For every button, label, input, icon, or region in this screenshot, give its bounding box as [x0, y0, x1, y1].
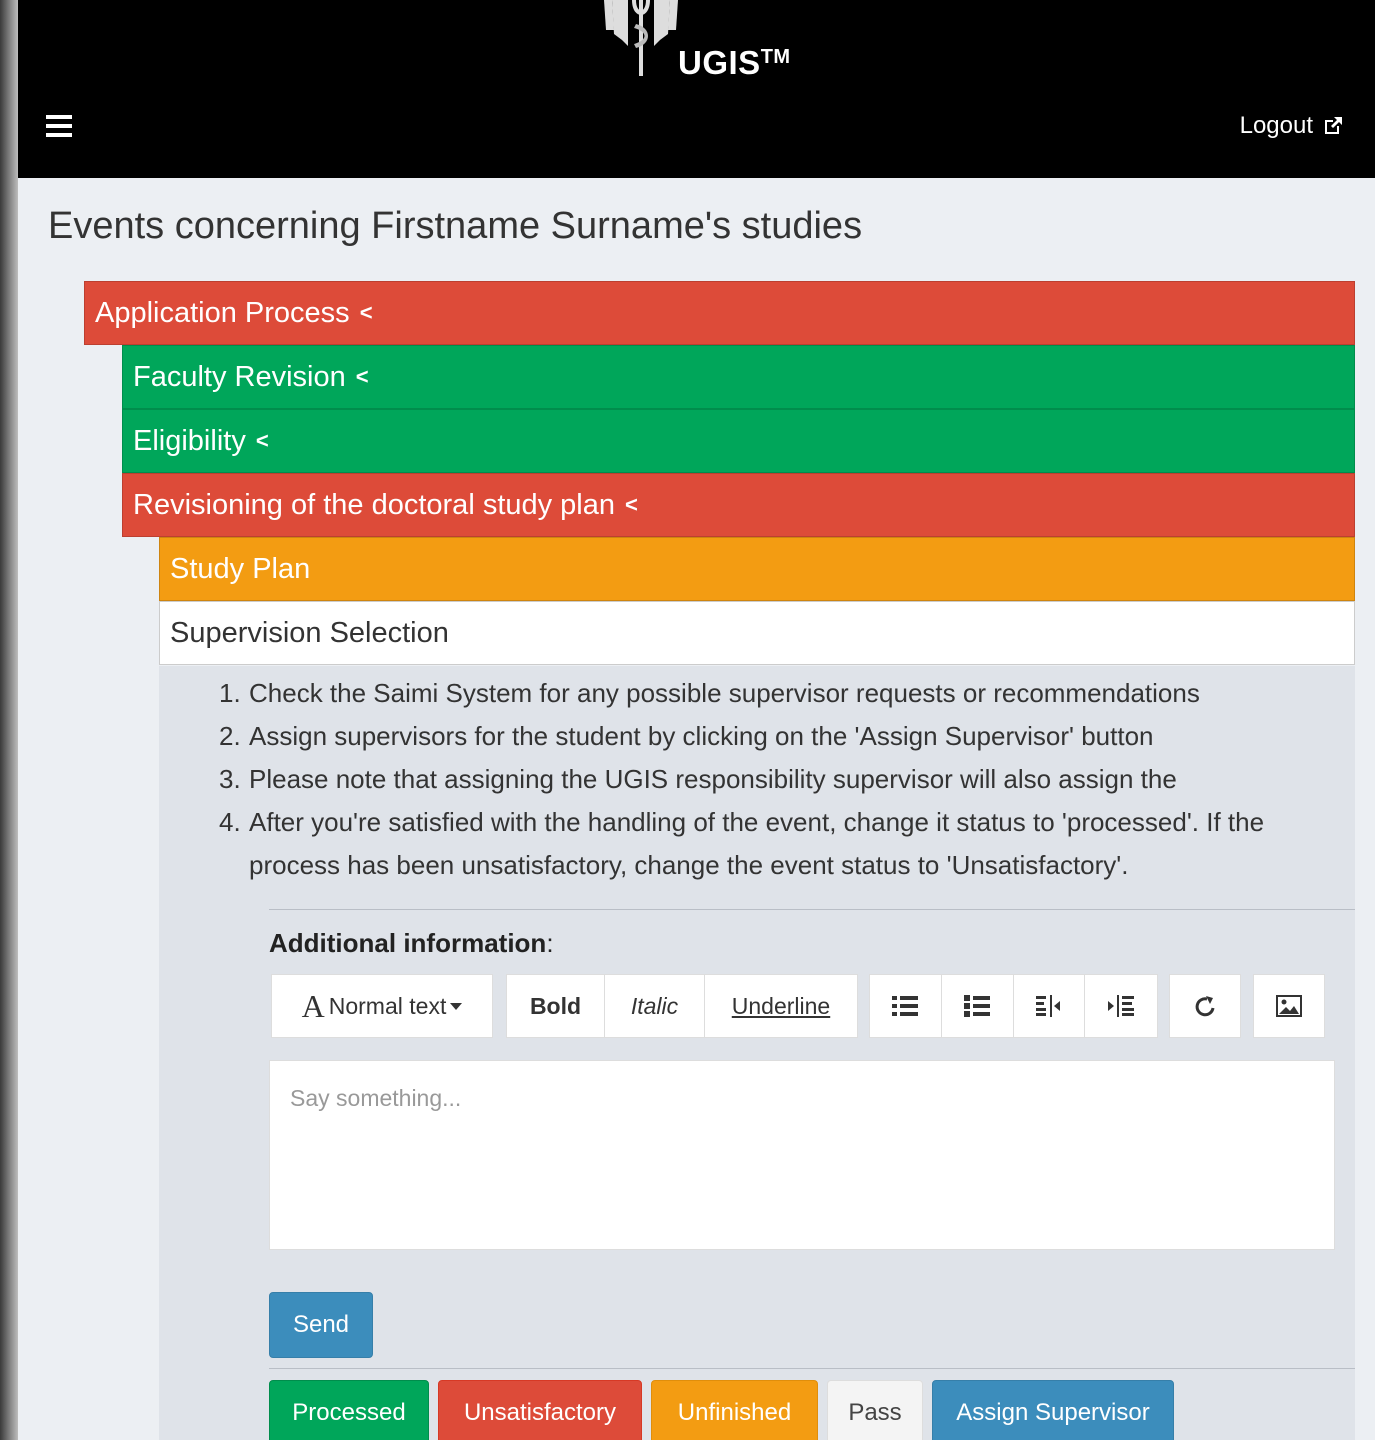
event-study-plan[interactable]: Study Plan: [159, 537, 1355, 601]
assign-supervisor-button[interactable]: Assign Supervisor: [932, 1380, 1174, 1440]
pass-button[interactable]: Pass: [827, 1380, 923, 1440]
link-group: [1169, 974, 1241, 1038]
send-button[interactable]: Send: [269, 1292, 373, 1358]
insert-image-button[interactable]: [1254, 975, 1324, 1037]
message-editor[interactable]: [269, 1060, 1335, 1250]
unfinished-button[interactable]: Unfinished: [651, 1380, 818, 1440]
list-group: [869, 974, 1158, 1038]
link-button[interactable]: [1170, 975, 1240, 1037]
instruction-item: 1. Check the Saimi System for any possib…: [219, 672, 1339, 715]
app-window: UGISTM Logout Events concerning Firstnam…: [18, 0, 1375, 1440]
text-format-label: Normal text: [328, 992, 447, 1019]
text-format-dropdown[interactable]: A Normal text: [272, 975, 492, 1037]
logout-link[interactable]: Logout: [1240, 112, 1345, 140]
image-icon: [1276, 995, 1302, 1017]
event-label: Faculty Revision: [133, 360, 346, 393]
event-label: Study Plan: [170, 552, 311, 585]
divider: [269, 1368, 1355, 1369]
external-link-icon: [1325, 117, 1342, 134]
chevron-left-icon: <: [355, 364, 369, 389]
event-supervision-selection[interactable]: Supervision Selection: [159, 601, 1355, 665]
text-style-group: Bold Italic Underline: [506, 974, 858, 1038]
message-textarea[interactable]: [270, 1061, 1334, 1249]
chevron-left-icon: <: [625, 492, 638, 517]
brand-logo: UGISTM: [596, 0, 836, 82]
trademark-symbol: TM: [760, 46, 791, 68]
link-icon: [1195, 996, 1215, 1017]
caret-down-icon: [450, 1002, 463, 1010]
additional-information-title: Additional information: [269, 928, 547, 958]
brand-text: UGIS: [678, 44, 761, 81]
top-navbar: UGISTM Logout: [18, 0, 1375, 178]
caduceus-emblem-icon: [604, 0, 678, 76]
chevron-left-icon: <: [359, 300, 373, 325]
event-faculty-revision[interactable]: Faculty Revision <: [122, 345, 1355, 409]
italic-button[interactable]: Italic: [605, 975, 705, 1037]
event-application-process[interactable]: Application Process <: [84, 281, 1355, 345]
additional-information-label: Additional information:: [269, 928, 554, 959]
underline-button[interactable]: Underline: [705, 975, 857, 1037]
numbered-list-button[interactable]: [942, 975, 1014, 1037]
label-colon: :: [546, 928, 554, 958]
instruction-item: 3. Please note that assigning the UGIS r…: [219, 758, 1339, 801]
text-format-group: A Normal text: [271, 974, 493, 1038]
processed-button[interactable]: Processed: [269, 1380, 429, 1440]
instruction-text: Please note that assigning the UGIS resp…: [249, 764, 1177, 794]
instruction-item: 2. Assign supervisors for the student by…: [219, 715, 1339, 758]
event-detail-panel: 1. Check the Saimi System for any possib…: [159, 666, 1355, 1440]
bullet-list-icon: [892, 996, 919, 1016]
indent-button[interactable]: [1085, 975, 1157, 1037]
chevron-left-icon: <: [255, 428, 269, 453]
instruction-number: 2.: [219, 721, 241, 751]
instruction-number: 4.: [219, 807, 241, 837]
instruction-list: 1. Check the Saimi System for any possib…: [219, 672, 1339, 887]
event-label: Supervision Selection: [170, 616, 449, 649]
window-edge: [0, 0, 18, 1440]
divider: [269, 909, 1355, 910]
instruction-number: 3.: [219, 764, 241, 794]
image-group: [1253, 974, 1325, 1038]
hamburger-menu-icon[interactable]: [46, 115, 72, 139]
font-glyph-icon: A: [301, 987, 325, 1024]
page-title: Events concerning Firstname Surname's st…: [48, 205, 863, 247]
event-revisioning-study-plan[interactable]: Revisioning of the doctoral study plan <: [122, 473, 1355, 537]
instruction-text: After you're satisfied with the handling…: [249, 807, 1265, 880]
event-label: Revisioning of the doctoral study plan: [133, 488, 616, 521]
instruction-item: 4. After you're satisfied with the handl…: [219, 801, 1339, 887]
instruction-text: Assign supervisors for the student by cl…: [249, 721, 1154, 751]
brand-name: UGISTM: [678, 44, 791, 82]
numbered-list-icon: [964, 995, 991, 1017]
event-label: Application Process: [95, 296, 350, 329]
logout-label: Logout: [1239, 112, 1313, 139]
outdent-button[interactable]: [1014, 975, 1086, 1037]
outdent-icon: [1035, 995, 1060, 1017]
indent-icon: [1108, 995, 1135, 1017]
bullet-list-button[interactable]: [870, 975, 942, 1037]
bold-button[interactable]: Bold: [507, 975, 605, 1037]
event-eligibility[interactable]: Eligibility <: [122, 409, 1355, 473]
instruction-text: Check the Saimi System for any possible …: [249, 678, 1200, 708]
event-label: Eligibility: [133, 424, 246, 457]
instruction-number: 1.: [219, 678, 241, 708]
unsatisfactory-button[interactable]: Unsatisfactory: [438, 1380, 642, 1440]
